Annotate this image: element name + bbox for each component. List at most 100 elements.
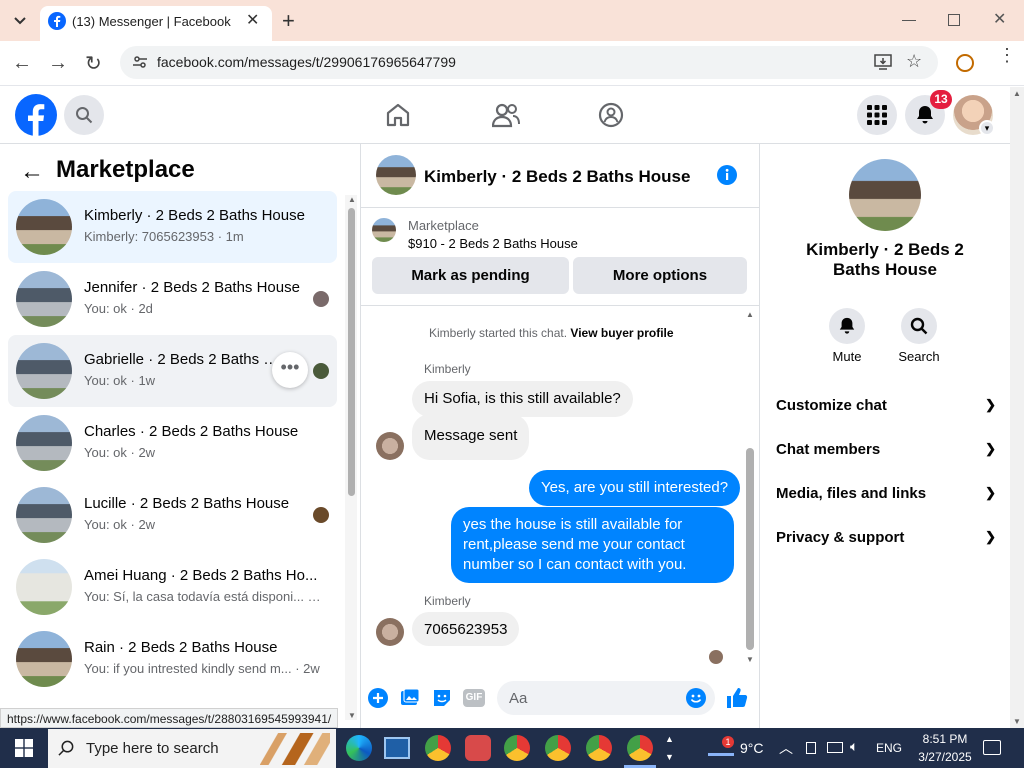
back-button[interactable]: ← xyxy=(12,52,32,75)
chat-title[interactable]: Kimberly · 2 Beds 2 Baths House xyxy=(424,167,690,187)
info-icon[interactable] xyxy=(716,164,738,186)
language-indicator[interactable]: ENG xyxy=(876,741,902,755)
clock-date[interactable]: 3/27/2025 xyxy=(912,750,978,764)
chrome-icon[interactable] xyxy=(545,735,571,761)
mute-button[interactable] xyxy=(829,308,865,344)
taskbar-scroll-icon[interactable]: ▲ ▼ xyxy=(665,730,674,766)
conversation-item[interactable]: Rain · 2 Beds 2 Baths House You: if you … xyxy=(8,623,337,695)
conversation-item[interactable]: Kimberly · 2 Beds 2 Baths House Kimberly… xyxy=(8,191,337,263)
conversation-item[interactable]: Jennifer · 2 Beds 2 Baths House You: ok … xyxy=(8,263,337,335)
notification-center-icon[interactable] xyxy=(983,740,1001,755)
friends-icon[interactable] xyxy=(492,102,520,128)
tray-chevron-icon[interactable]: ︿ xyxy=(779,738,793,758)
mark-pending-button[interactable]: Mark as pending xyxy=(372,257,569,294)
mute-label: Mute xyxy=(832,349,862,364)
close-tab-icon[interactable]: ✕ xyxy=(246,10,259,30)
message-sender: Kimberly xyxy=(424,594,471,608)
media-files-links-section[interactable]: Media, files and links ❯ xyxy=(776,471,996,515)
photo-icon[interactable] xyxy=(400,688,420,708)
conversation-name: Kimberly · 2 Beds 2 Baths House xyxy=(84,207,305,224)
bookmark-star-icon[interactable]: ☆ xyxy=(906,51,922,72)
close-window-button[interactable]: ✕ xyxy=(993,9,1006,29)
chat-members-section[interactable]: Chat members ❯ xyxy=(776,427,996,471)
search-in-chat-button[interactable] xyxy=(901,308,937,344)
sidebar-back-button[interactable]: ← xyxy=(20,158,44,186)
browser-menu-icon[interactable]: ⋮ xyxy=(998,46,1016,64)
house-thumbnail xyxy=(16,487,72,543)
details-title: Kimberly · 2 Beds 2 Baths House xyxy=(806,240,964,279)
chat-divider-right xyxy=(759,144,760,728)
conversation-options-button[interactable]: ••• xyxy=(272,352,308,388)
edge-icon[interactable] xyxy=(346,735,372,761)
chrome-icon[interactable] xyxy=(425,735,451,761)
chevron-down-icon: ❯ xyxy=(985,485,996,500)
tray-device-icon[interactable] xyxy=(806,742,816,754)
chrome-icon[interactable] xyxy=(627,735,653,761)
house-thumbnail xyxy=(16,559,72,615)
sticker-icon[interactable] xyxy=(432,688,452,708)
reload-button[interactable]: ↻ xyxy=(85,51,102,76)
sidebar-scrollbar[interactable]: ▲ ▼ xyxy=(345,195,357,720)
search-label: Search xyxy=(898,349,940,364)
more-options-button[interactable]: More options xyxy=(573,257,747,294)
network-icon[interactable] xyxy=(827,742,843,753)
facebook-logo-icon[interactable] xyxy=(15,94,57,136)
chrome-icon[interactable] xyxy=(586,735,612,761)
chat-scrollbar[interactable]: ▲ ▼ xyxy=(744,310,756,664)
search-button[interactable] xyxy=(64,95,104,135)
menu-button[interactable] xyxy=(857,95,897,135)
incoming-message[interactable]: Hi Sofia, is this still available? xyxy=(412,381,633,417)
paint-app-icon[interactable] xyxy=(465,735,491,761)
section-label: Privacy & support xyxy=(776,528,905,546)
emoji-icon[interactable] xyxy=(686,688,706,708)
search-highlight-icon xyxy=(260,733,330,765)
account-chevron-icon[interactable]: ▾ xyxy=(979,120,995,136)
section-label: Customize chat xyxy=(776,396,887,414)
sender-avatar xyxy=(376,618,404,646)
new-tab-button[interactable]: + xyxy=(282,8,295,34)
temperature-text: 9°C xyxy=(740,740,764,756)
conversation-name: Amei Huang · 2 Beds 2 Baths Ho... xyxy=(84,567,318,584)
incoming-message[interactable]: Message sent xyxy=(412,414,530,460)
outgoing-message[interactable]: yes the house is still available for ren… xyxy=(451,507,734,583)
address-bar[interactable]: facebook.com/messages/t/2990617696564779… xyxy=(120,46,938,79)
thumbs-up-icon[interactable] xyxy=(725,686,749,710)
details-avatar xyxy=(849,159,921,231)
groups-icon[interactable] xyxy=(598,102,624,128)
bell-icon xyxy=(839,317,855,334)
outgoing-message[interactable]: Yes, are you still interested? xyxy=(529,470,741,506)
customize-chat-section[interactable]: Customize chat ❯ xyxy=(776,383,996,427)
search-icon xyxy=(76,107,93,124)
conversation-item[interactable]: Charles · 2 Beds 2 Baths House You: ok ·… xyxy=(8,407,337,479)
conversation-item[interactable]: Lucille · 2 Beds 2 Baths House You: ok ·… xyxy=(8,479,337,551)
home-icon[interactable] xyxy=(385,102,411,128)
profile-icon[interactable] xyxy=(956,54,974,72)
minimize-button[interactable] xyxy=(902,20,916,21)
incoming-message[interactable]: 7065623953 xyxy=(412,612,520,646)
volume-icon[interactable]: 🔈︎ xyxy=(850,738,858,755)
file-explorer-icon[interactable] xyxy=(384,737,410,759)
listing-thumbnail xyxy=(372,218,396,242)
install-app-icon[interactable] xyxy=(874,54,892,70)
chat-started-notice: Kimberly started this chat. View buyer p… xyxy=(429,326,674,340)
url-text: facebook.com/messages/t/2990617696564779… xyxy=(157,54,456,70)
restore-button[interactable] xyxy=(948,14,960,26)
tab-search-button[interactable] xyxy=(8,10,32,32)
chrome-icon[interactable] xyxy=(504,735,530,761)
chat-started-text: Kimberly started this chat. xyxy=(429,326,568,340)
taskbar-search-box[interactable]: Type here to search xyxy=(48,729,336,768)
view-buyer-profile-link[interactable]: View buyer profile xyxy=(570,326,673,340)
conversation-preview: You: ok · 2w xyxy=(84,445,156,460)
conversation-item[interactable]: Amei Huang · 2 Beds 2 Baths Ho... You: S… xyxy=(8,551,337,623)
conversation-preview: You: if you intrested kindly send m... ·… xyxy=(84,661,320,676)
forward-button[interactable]: → xyxy=(48,52,68,75)
clock-time[interactable]: 8:51 PM xyxy=(916,732,974,746)
browser-tab[interactable]: (13) Messenger | Facebook ✕ xyxy=(40,6,272,41)
privacy-support-section[interactable]: Privacy & support ❯ xyxy=(776,515,996,559)
message-input[interactable]: Aa xyxy=(497,681,715,715)
listing-title[interactable]: $910 - 2 Beds 2 Baths House xyxy=(408,236,578,251)
windows-start-icon[interactable] xyxy=(15,739,33,757)
conversation-name: Jennifer · 2 Beds 2 Baths House xyxy=(84,279,300,296)
more-actions-icon[interactable] xyxy=(368,688,388,708)
page-scrollbar[interactable]: ▲ ▼ xyxy=(1010,87,1024,728)
